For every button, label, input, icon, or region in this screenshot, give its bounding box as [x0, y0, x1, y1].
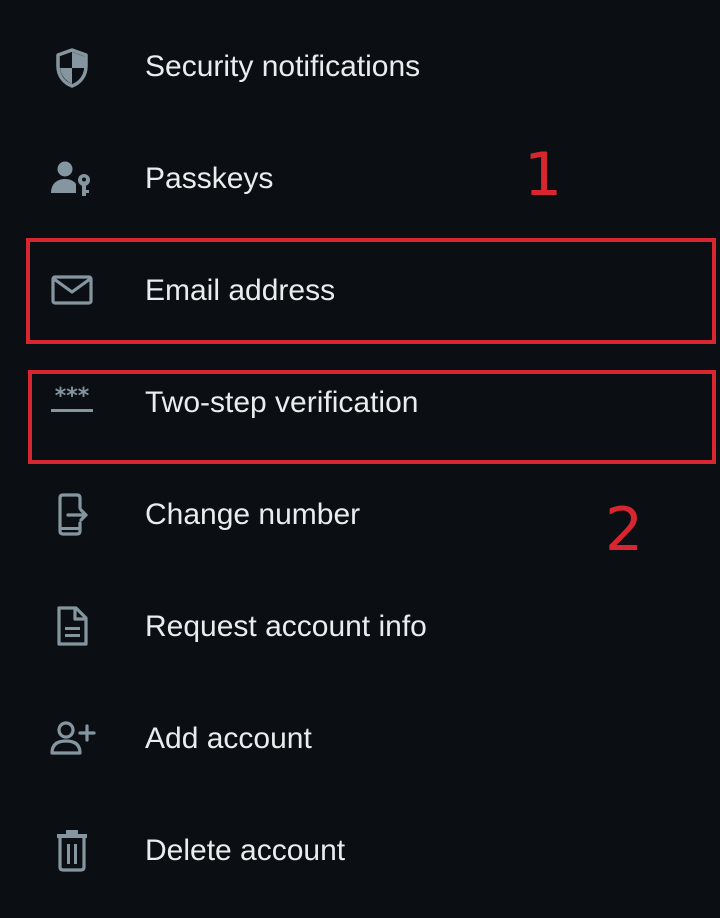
- trash-icon: [46, 824, 98, 876]
- annotation-highlight-two-step-verification: [28, 370, 716, 464]
- menu-item-label: Delete account: [145, 834, 346, 867]
- menu-item-label: Passkeys: [145, 162, 274, 195]
- menu-item-label: Security notifications: [145, 50, 421, 83]
- annotation-highlight-email-address: [26, 238, 716, 344]
- menu-item-label: Add account: [145, 722, 312, 755]
- menu-item-passkeys[interactable]: Passkeys: [0, 124, 720, 236]
- menu-item-security-notifications[interactable]: Security notifications: [0, 12, 720, 124]
- menu-item-label: Change number: [145, 498, 361, 531]
- menu-item-delete-account[interactable]: Delete account: [0, 796, 720, 908]
- menu-item-add-account[interactable]: Add account: [0, 684, 720, 796]
- document-icon: [46, 600, 98, 652]
- phone-change-icon: [46, 488, 98, 540]
- add-person-icon: [46, 712, 98, 764]
- person-key-icon: [46, 152, 98, 204]
- menu-item-label: Request account info: [145, 610, 427, 643]
- annotation-number-2: 2: [605, 495, 644, 565]
- menu-item-request-account-info[interactable]: Request account info: [0, 572, 720, 684]
- annotation-number-1: 1: [524, 140, 563, 210]
- shield-icon: [46, 42, 98, 94]
